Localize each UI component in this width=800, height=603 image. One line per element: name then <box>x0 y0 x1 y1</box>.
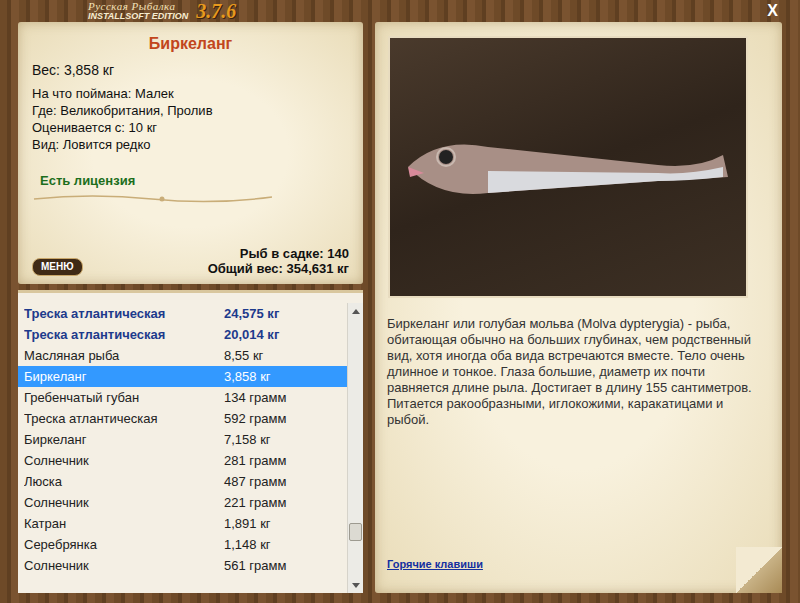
fish-name-cell: Гребенчатый губан <box>24 388 224 408</box>
fish-name-cell: Солнечник <box>24 451 224 471</box>
fish-detail: На что поймана: Малек <box>32 85 349 102</box>
keepnet-summary: Рыб в садке: 140Общий вес: 354,631 кг <box>208 246 349 276</box>
fish-info-panel: Биркеланг Вес: 3,858 кг На что поймана: Ма… <box>18 22 363 284</box>
fish-name-cell: Солнечник <box>24 493 224 513</box>
description-page: Биркеланг или голубая мольва (Molva dypt… <box>375 22 782 593</box>
fish-name-cell: Катран <box>24 514 224 534</box>
fish-weight-cell: 1,891 кг <box>224 514 271 534</box>
catch-row[interactable]: Масляная рыба8,55 кг <box>18 345 347 366</box>
fish-weight-cell: 7,158 кг <box>224 430 271 450</box>
scroll-thumb[interactable] <box>349 523 362 541</box>
brand-name: Русская Рыбалка <box>88 1 188 12</box>
fish-name-cell: Треска атлантическая <box>24 325 224 345</box>
catch-row[interactable]: Гребенчатый губан134 грамм <box>18 387 347 408</box>
fish-weight-cell: 8,55 кг <box>224 346 263 366</box>
page-curl[interactable] <box>736 547 782 593</box>
license-status: Есть лицензия <box>32 171 349 191</box>
fish-weight-cell: 20,014 кг <box>224 325 279 345</box>
catch-row[interactable]: Солнечник221 грамм <box>18 492 347 513</box>
fish-weight: Вес: 3,858 кг <box>32 60 349 81</box>
fish-name-cell: Треска атлантическая <box>24 304 224 324</box>
up-arrow-icon <box>352 309 360 314</box>
catch-row[interactable]: Биркеланг7,158 кг <box>18 429 347 450</box>
down-arrow-icon <box>352 583 360 588</box>
keepnet-row: МЕНЮ Рыб в садке: 140Общий вес: 354,631 к… <box>32 246 349 276</box>
catch-row[interactable]: Треска атлантическая24,575 кг <box>18 303 347 324</box>
left-column: Биркеланг Вес: 3,858 кг На что поймана: Ма… <box>18 22 363 593</box>
catch-row[interactable]: Солнечник561 грамм <box>18 555 347 576</box>
scroll-up-button[interactable] <box>348 303 363 319</box>
fish-icon <box>398 107 738 227</box>
catch-list-panel: Треска атлантическая24,575 кгТреска атла… <box>18 290 363 593</box>
logo: Русская РыбалкаINSTALLSOFT EDITION 3.7.6 <box>18 1 236 21</box>
fish-weight-cell: 487 грамм <box>224 472 286 492</box>
fish-name: Биркеланг <box>32 32 349 56</box>
main-area: Биркеланг Вес: 3,858 кг На что поймана: Ма… <box>18 22 782 593</box>
fish-weight-cell: 221 грамм <box>224 493 286 513</box>
catch-row[interactable]: Солнечник281 грамм <box>18 450 347 471</box>
hotkeys-link[interactable]: Горячие клавиши <box>387 558 483 570</box>
fish-detail: Где: Великобритания, Пролив <box>32 102 349 119</box>
fish-weight-cell: 592 грамм <box>224 409 286 429</box>
catch-row[interactable]: Биркеланг3,858 кг <box>18 366 347 387</box>
total-weight: Общий вес: 354,631 кг <box>208 261 349 276</box>
fish-weight-cell: 24,575 кг <box>224 304 279 324</box>
catch-row[interactable]: Катран1,891 кг <box>18 513 347 534</box>
fish-photo <box>388 36 748 298</box>
fish-name-cell: Биркеланг <box>24 430 224 450</box>
catch-row[interactable]: Треска атлантическая20,014 кг <box>18 324 347 345</box>
catch-row[interactable]: Треска атлантическая592 грамм <box>18 408 347 429</box>
fish-description: Биркеланг или голубая мольва (Molva dypt… <box>387 316 768 428</box>
fish-detail: Оценивается с: 10 кг <box>32 119 349 136</box>
scrollbar[interactable] <box>347 303 363 593</box>
fish-weight-cell: 281 грамм <box>224 451 286 471</box>
fish-name-cell: Серебрянка <box>24 535 224 555</box>
fish-name-cell: Масляная рыба <box>24 346 224 366</box>
fish-name-cell: Биркеланг <box>24 367 224 387</box>
fish-weight-cell: 561 грамм <box>224 556 286 576</box>
fish-name-cell: Треска атлантическая <box>24 409 224 429</box>
menu-button[interactable]: МЕНЮ <box>32 258 83 276</box>
fish-weight-cell: 134 грамм <box>224 388 286 408</box>
fish-weight-cell: 3,858 кг <box>224 367 271 387</box>
ornament-icon <box>32 191 292 205</box>
catch-row[interactable]: Люска487 грамм <box>18 471 347 492</box>
fish-count: Рыб в садке: 140 <box>208 246 349 261</box>
fish-name-cell: Солнечник <box>24 556 224 576</box>
catch-list: Треска атлантическая24,575 кгТреска атла… <box>18 303 347 593</box>
version-label: 3.7.6 <box>196 1 236 21</box>
scroll-track[interactable] <box>348 319 363 577</box>
fish-name-cell: Люска <box>24 472 224 492</box>
edition-label: INSTALLSOFT EDITION <box>88 12 188 21</box>
fish-detail: Вид: Ловится редко <box>32 136 349 153</box>
hotkeys-row: Горячие клавиши <box>387 551 768 583</box>
fish-weight-cell: 1,148 кг <box>224 535 271 555</box>
close-button[interactable]: X <box>763 0 782 23</box>
game-window: Русская РыбалкаINSTALLSOFT EDITION 3.7.6 X… <box>0 0 800 603</box>
logo-text: Русская РыбалкаINSTALLSOFT EDITION <box>88 1 188 21</box>
scroll-down-button[interactable] <box>348 577 363 593</box>
catch-row[interactable]: Серебрянка1,148 кг <box>18 534 347 555</box>
title-bar: Русская РыбалкаINSTALLSOFT EDITION 3.7.6 X <box>18 0 782 22</box>
